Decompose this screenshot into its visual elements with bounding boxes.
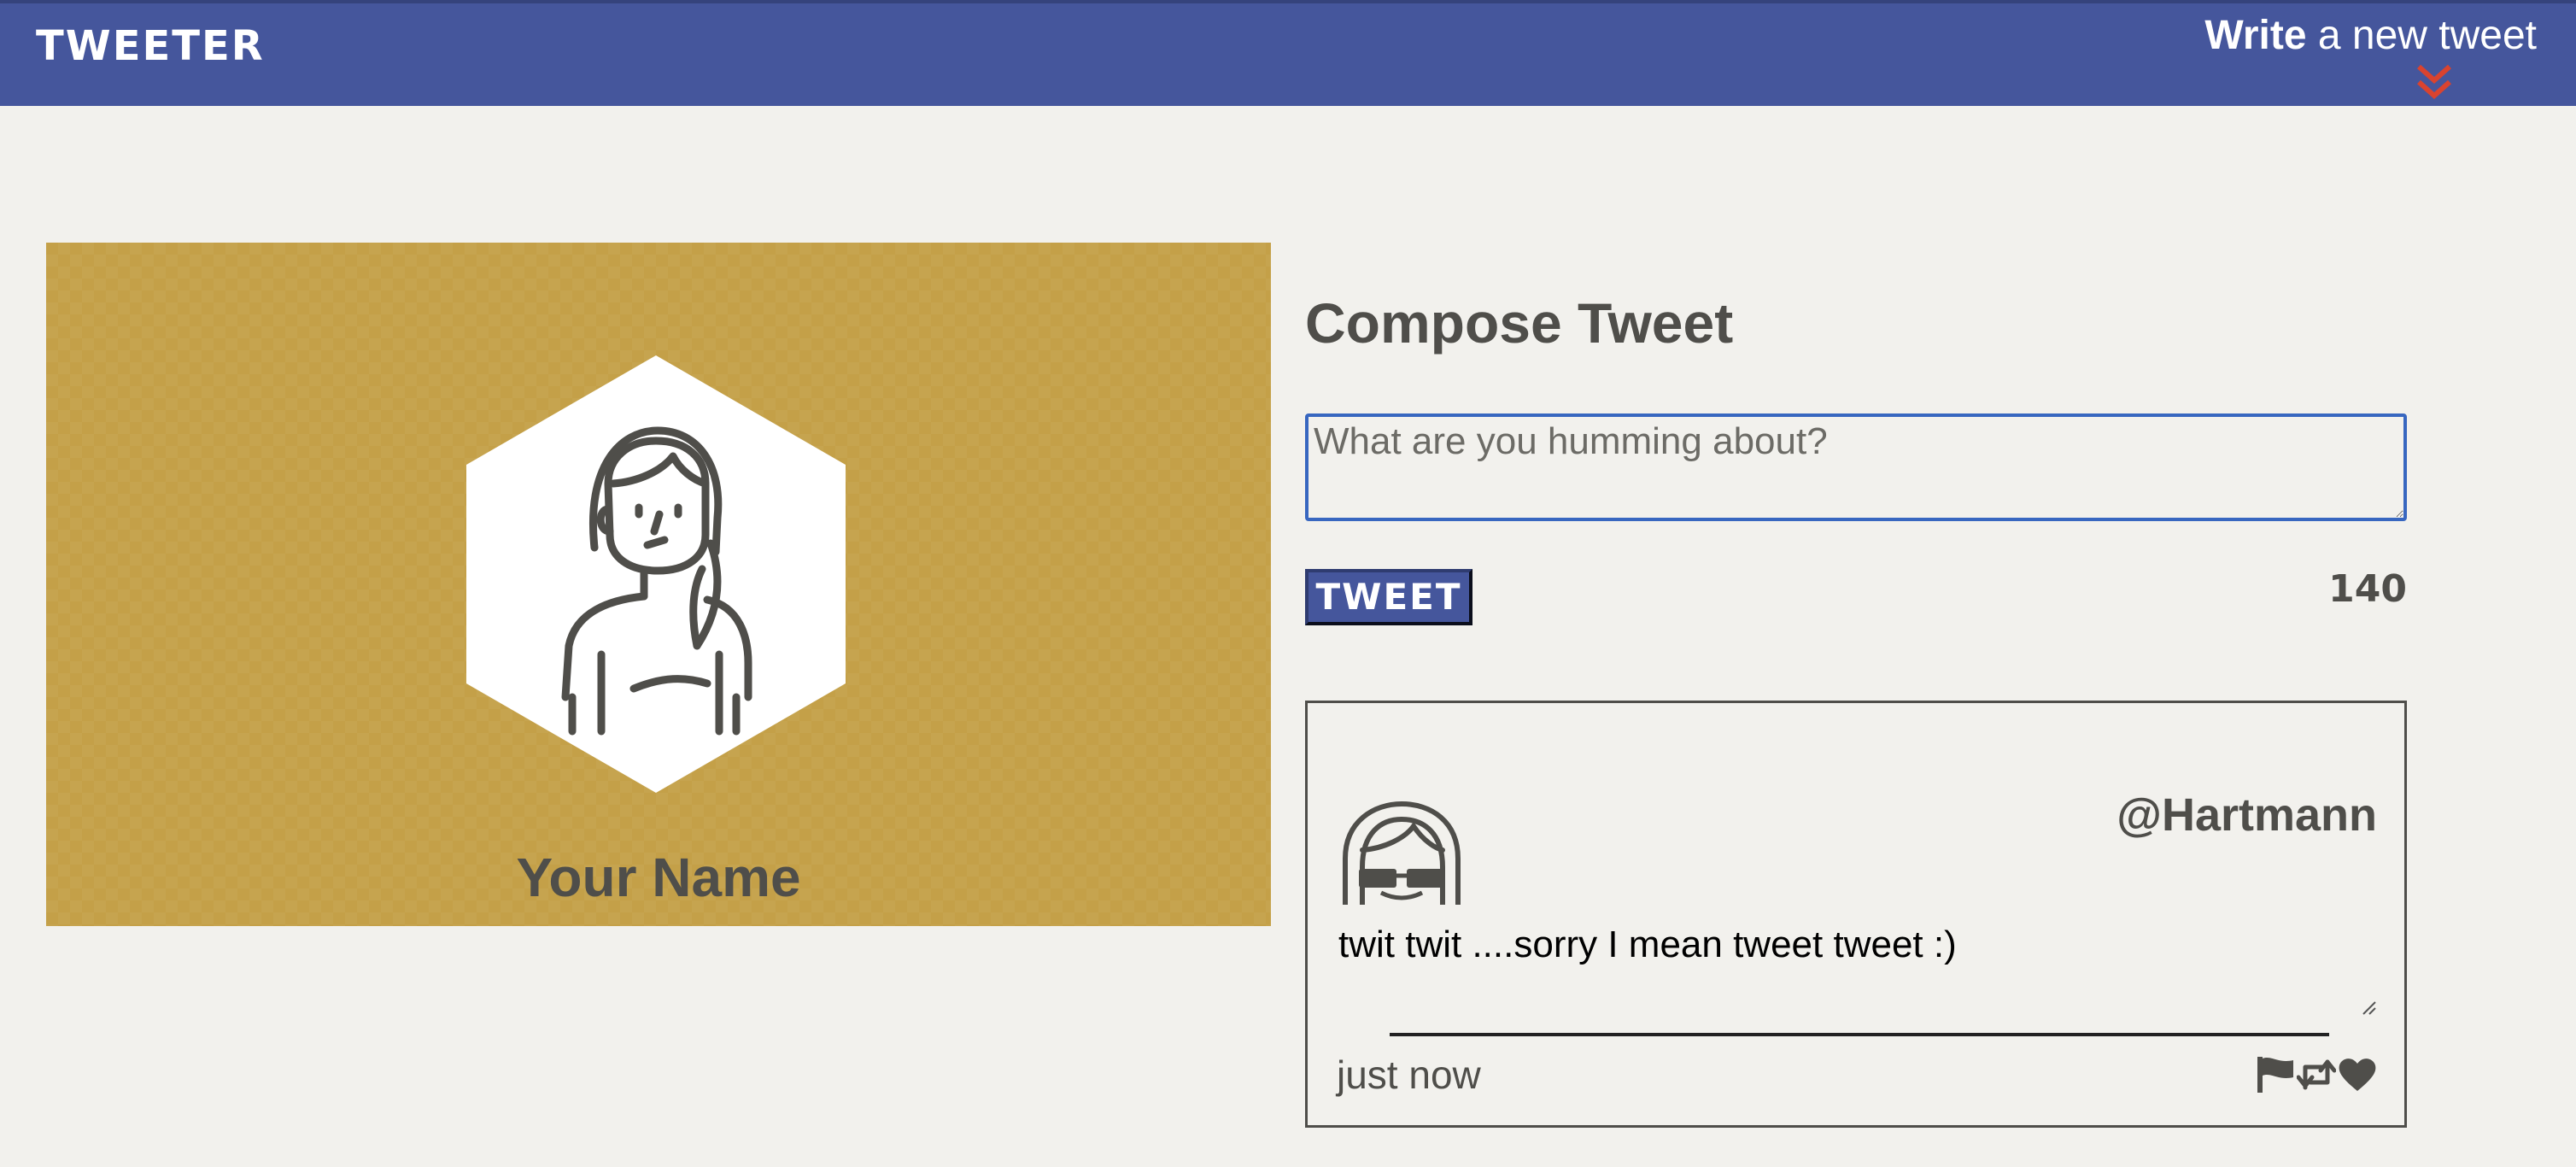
write-link-rest: a new tweet — [2306, 13, 2537, 58]
hexagon-avatar-icon — [466, 355, 846, 793]
write-new-tweet-link[interactable]: Write a new tweet — [2204, 12, 2537, 59]
tweet-handle[interactable]: @Hartmann — [2116, 789, 2377, 842]
profile-card: Your Name — [46, 243, 1271, 926]
tweet-actions — [2256, 1055, 2377, 1094]
tweet-text: twit twit ....sorry I mean tweet tweet :… — [1338, 924, 1957, 965]
app-logo[interactable]: TWEETER — [36, 22, 265, 70]
tweet-button[interactable]: TWEET — [1305, 569, 1472, 625]
flag-icon[interactable] — [2256, 1055, 2295, 1094]
character-counter: 140 — [2328, 567, 2407, 611]
top-navbar: TWEETER Write a new tweet — [0, 0, 2576, 106]
write-link-bold: Write — [2204, 13, 2307, 58]
heart-icon[interactable] — [2338, 1055, 2377, 1094]
resize-grip-icon[interactable] — [2362, 1000, 2377, 1016]
tweet-divider — [1390, 1033, 2329, 1036]
tweet-card: @Hartmann twit twit ....sorry I mean twe… — [1305, 701, 2407, 1128]
compose-title: Compose Tweet — [1305, 291, 1734, 355]
retweet-icon[interactable] — [2296, 1055, 2337, 1094]
profile-name: Your Name — [516, 847, 801, 908]
tweet-timestamp: just now — [1337, 1053, 1481, 1097]
tweet-textarea[interactable] — [1305, 413, 2407, 521]
user-avatar-icon — [1343, 800, 1461, 905]
double-chevron-down-icon[interactable] — [2415, 63, 2453, 101]
